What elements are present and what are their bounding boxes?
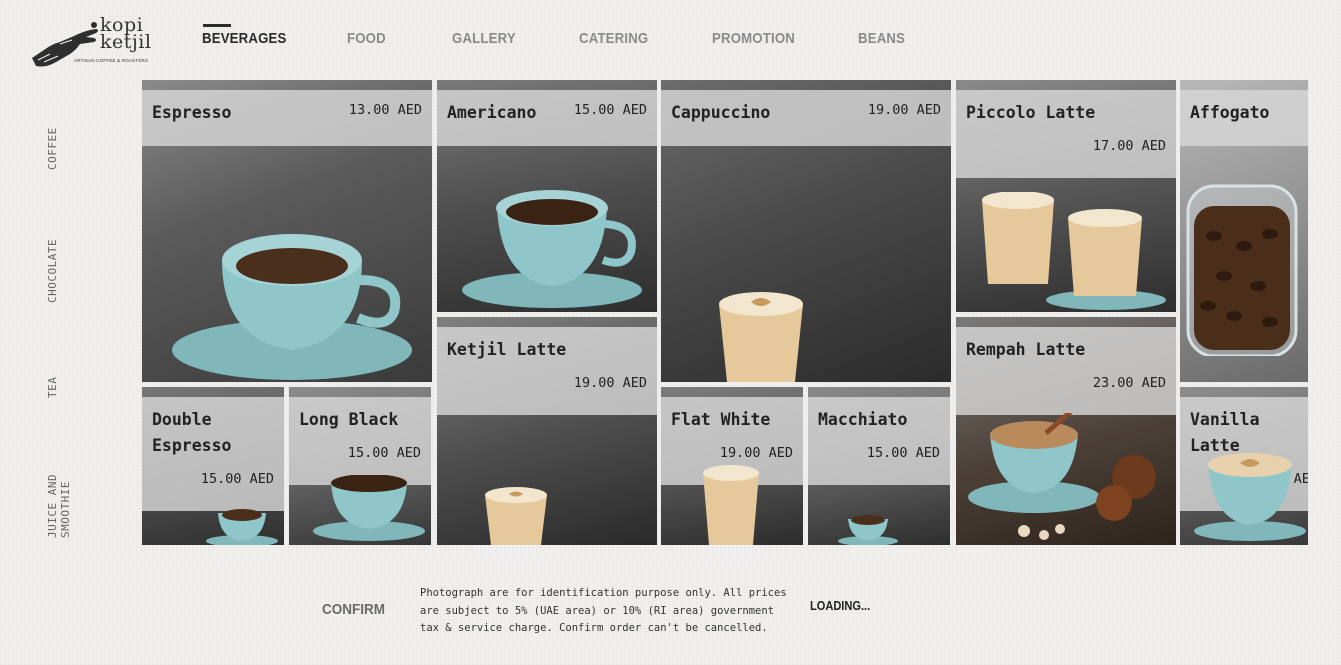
latte-cup-icon — [1194, 453, 1306, 541]
brand-logo[interactable]: kopi ketjil ARTISAN COFFEE & ROASTERS — [30, 14, 160, 70]
espresso-cup-icon — [206, 509, 278, 545]
item-name: Double Espresso — [152, 410, 232, 455]
menu-item-rempah-latte[interactable]: Rempah Latte 23.00 AED — [956, 317, 1176, 545]
nav-catering[interactable]: CATERING — [579, 30, 648, 47]
menu-item-flat-white[interactable]: Flat White 19.00 AED — [661, 387, 803, 545]
category-juice-smoothie[interactable]: JUICE AND SMOOTHIE — [46, 462, 72, 538]
item-name: Piccolo Latte — [966, 103, 1096, 122]
nav-active-indicator — [203, 24, 231, 27]
latte-glass-icon — [703, 465, 759, 545]
nav-beans[interactable]: BEANS — [858, 30, 905, 47]
nav-beverages[interactable]: BEVERAGES — [202, 30, 286, 47]
menu-item-macchiato[interactable]: Macchiato 15.00 AED — [808, 387, 950, 545]
item-name: Macchiato — [818, 410, 908, 429]
coffee-cup-icon — [462, 190, 642, 308]
item-price: 17.00 AED — [1092, 138, 1166, 154]
menu-item-ketjil-latte[interactable]: Ketjil Latte 19.00 AED — [437, 317, 657, 545]
item-price: 19.00 AED — [719, 445, 793, 461]
confirm-button[interactable]: CONFIRM — [322, 601, 385, 618]
latte-glass-icon — [485, 487, 547, 545]
menu-item-cappuccino[interactable]: Cappuccino 19.00 AED — [661, 80, 951, 382]
item-name: Cappuccino — [671, 103, 771, 122]
item-name: Long Black — [299, 410, 399, 429]
nav-promotion[interactable]: PROMOTION — [712, 30, 795, 47]
item-price: 15.00 AED — [866, 445, 940, 461]
item-price: 13.00 AED — [348, 102, 422, 118]
menu-item-americano[interactable]: Americano 15.00 AED — [437, 80, 657, 312]
espresso-cup-icon — [172, 234, 412, 380]
latte-glass-icon — [982, 192, 1166, 310]
nav-food[interactable]: FOOD — [347, 30, 386, 47]
coffee-cup-icon — [313, 475, 425, 541]
item-name: Ketjil Latte — [447, 340, 567, 359]
disclaimer-note: Photograph are for identification purpos… — [420, 587, 787, 634]
item-price: 15.00 AED — [200, 471, 274, 487]
loading-status: LOADING... — [810, 598, 871, 613]
menu-item-piccolo-latte[interactable]: Piccolo Latte 17.00 AED — [956, 80, 1176, 312]
menu-item-vanilla-latte[interactable]: Vanilla Latte 19.00 AED — [1180, 387, 1308, 545]
item-name: Americano — [447, 103, 537, 122]
item-price: 19.00 AED — [867, 102, 941, 118]
item-price: 23.00 AED — [1092, 375, 1166, 391]
item-price: 15.00 AED — [573, 102, 647, 118]
brand-line2: ketjil — [100, 31, 152, 53]
espresso-cup-icon — [838, 515, 898, 545]
item-price: 15.00 AED — [347, 445, 421, 461]
coffee-beans-jar-icon — [1186, 184, 1298, 356]
menu-item-double-espresso[interactable]: Double Espresso 15.00 AED — [142, 387, 284, 545]
menu-item-espresso[interactable]: Espresso 13.00 AED — [142, 80, 432, 382]
item-name: Affogato — [1190, 103, 1270, 122]
menu-item-long-black[interactable]: Long Black 15.00 AED — [289, 387, 431, 545]
nav-gallery[interactable]: GALLERY — [452, 30, 516, 47]
menu-item-affogato[interactable]: Affogato — [1180, 80, 1308, 382]
item-price: 19.00 AED — [573, 375, 647, 391]
item-name: Flat White — [671, 410, 771, 429]
category-tea[interactable]: TEA — [46, 377, 59, 398]
latte-glass-icon — [719, 292, 803, 382]
item-name: Espresso — [152, 103, 232, 122]
category-chocolate[interactable]: CHOCOLATE — [46, 239, 59, 303]
brand-tagline: ARTISAN COFFEE & ROASTERS — [74, 58, 149, 63]
coffee-cup-icon — [968, 413, 1156, 540]
category-coffee[interactable]: COFFEE — [46, 127, 59, 170]
item-name: Rempah Latte — [966, 340, 1086, 359]
